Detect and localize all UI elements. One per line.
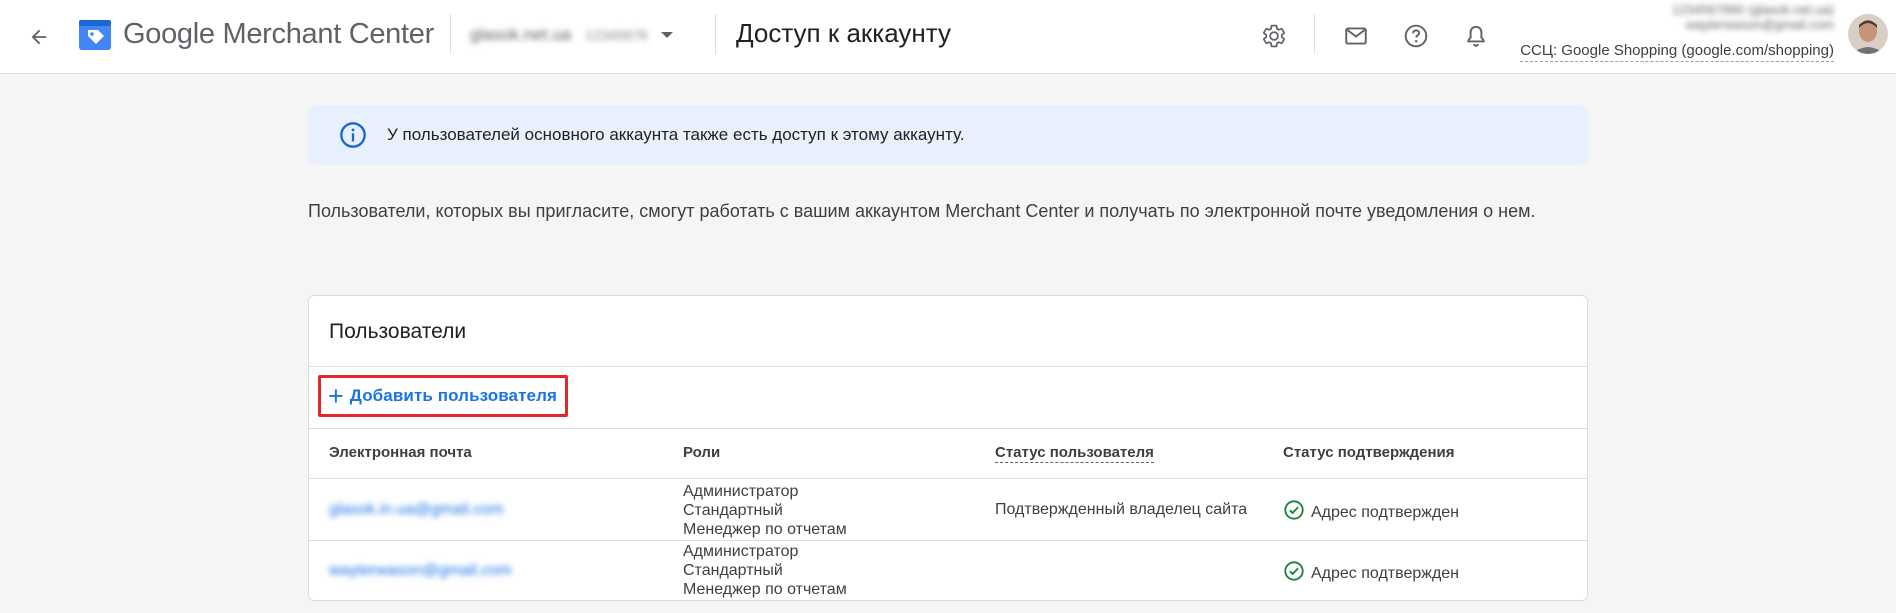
confirm-status-text: Адрес подтвержден [1311,564,1460,582]
role-item: Стандартный [683,562,783,579]
table-row: glasok.in.ua@gmail.com Администратор Ста… [309,479,1587,540]
role-item: Администратор [683,543,799,560]
role-item: Администратор [683,483,799,500]
check-circle-icon [1283,560,1305,587]
plus-icon: + [328,381,344,411]
role-item: Менеджер по отчетам [683,581,847,598]
header-divider [715,14,716,54]
info-icon [339,121,367,149]
settings-gear-icon[interactable] [1256,18,1292,54]
role-item: Менеджер по отчетам [683,521,847,538]
chevron-down-icon [661,32,674,38]
divider [309,366,1587,367]
column-header-user-status[interactable]: Статус пользователя [995,444,1154,463]
users-card: Пользователи + Добавить пользователя Эле… [308,295,1588,601]
avatar[interactable] [1848,14,1888,54]
user-email-link[interactable]: glasok.in.ua@gmail.com [329,501,504,519]
users-card-title: Пользователи [329,320,467,343]
top-app-bar: Google Merchant Center glasok.net.ua 123… [0,0,1896,74]
column-header-roles: Роли [683,444,721,461]
account-id: 12345678 [585,27,648,43]
user-email-link[interactable]: wayterwason@gmail.com [329,562,512,580]
user-status: Подтвержденный владелец сайта [995,501,1248,518]
merchant-center-logo-icon [77,16,113,52]
add-user-button[interactable]: + Добавить пользователя [318,375,568,417]
account-name: glasok.net.ua [470,25,572,44]
column-header-email: Электронная почта [329,444,472,461]
user-name: 1234567890 (glasok.net.ua) [1672,2,1834,17]
info-banner: У пользователей основного аккаунта также… [308,105,1588,165]
account-info: 1234567890 (glasok.net.ua) wayterwason@g… [1520,2,1834,62]
user-roles: Администратор Стандартный Менеджер по от… [683,482,847,539]
account-switcher[interactable]: glasok.net.ua 12345678 [470,20,674,50]
role-item: Стандартный [683,502,783,519]
banner-text: У пользователей основного аккаунта также… [387,125,965,144]
confirm-status: Адрес подтвержден [1283,560,1459,587]
intro-text: Пользователи, которых вы пригласите, смо… [308,201,1536,221]
css-program-link[interactable]: ССЦ: Google Shopping (google.com/shoppin… [1520,42,1834,62]
user-email: wayterwason@gmail.com [1685,17,1834,32]
table-row: wayterwason@gmail.com Администратор Стан… [309,541,1587,602]
mail-icon[interactable] [1338,18,1374,54]
page-title: Доступ к аккаунту [736,18,951,48]
check-circle-icon [1283,499,1305,526]
header-divider [450,14,451,54]
user-roles: Администратор Стандартный Менеджер по от… [683,542,847,599]
app-brand: Google Merchant Center [123,18,434,50]
back-arrow-icon[interactable] [24,22,54,52]
help-icon[interactable] [1398,18,1434,54]
confirm-status: Адрес подтвержден [1283,499,1459,526]
column-header-confirm-status: Статус подтверждения [1283,444,1455,461]
add-user-label: Добавить пользователя [349,386,558,405]
divider [309,428,1587,429]
header-divider [1314,14,1315,54]
bell-icon[interactable] [1458,18,1494,54]
confirm-status-text: Адрес подтвержден [1311,503,1460,521]
